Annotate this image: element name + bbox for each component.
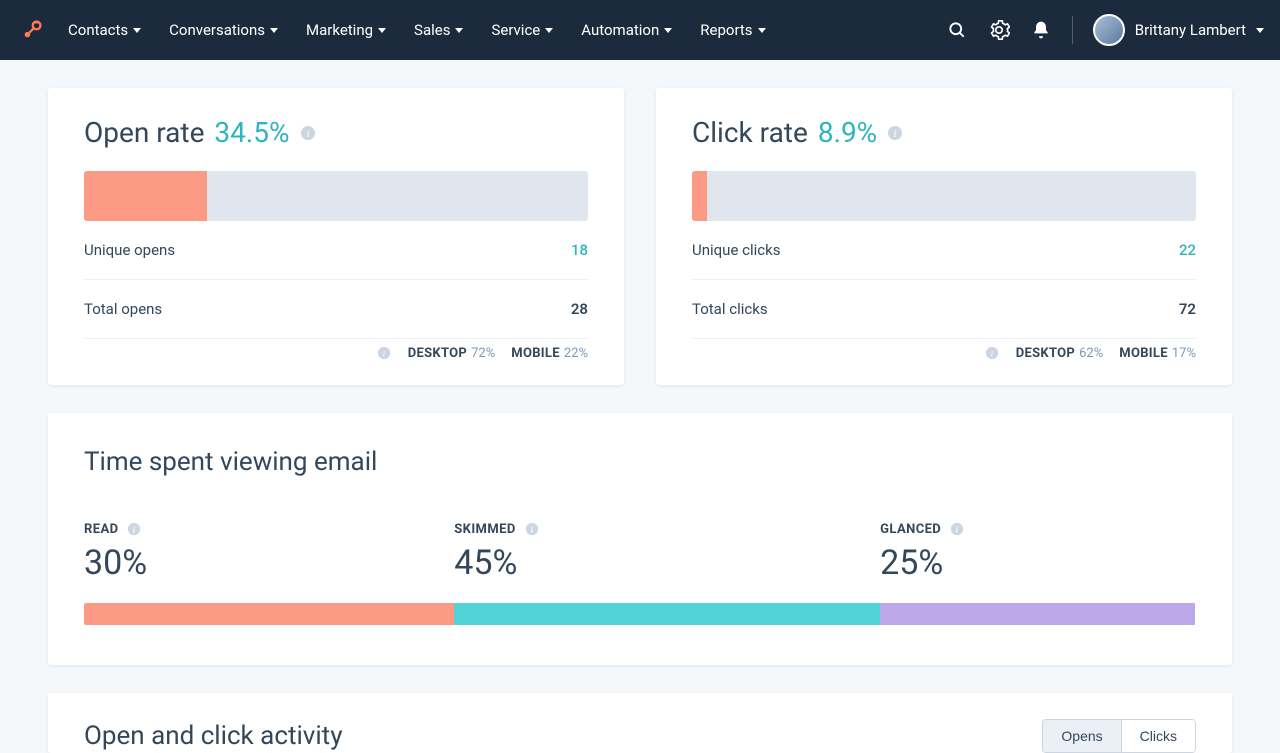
svg-text:i: i [133, 525, 136, 535]
click-rate-bar-fill [692, 171, 707, 221]
user-menu[interactable]: Brittany Lambert [1093, 14, 1264, 46]
total-clicks-label: Total clicks [692, 300, 768, 318]
nav-separator [1072, 16, 1073, 44]
total-clicks-row: Total clicks 72 [692, 280, 1196, 339]
click-rate-card: Click rate 8.9% i Unique clicks 22 Total… [656, 88, 1232, 385]
nav-item-sales[interactable]: Sales [414, 21, 463, 39]
skimmed-segment [454, 603, 880, 625]
click-rate-percent: 8.9% [818, 116, 877, 149]
top-nav: Contacts Conversations Marketing Sales S… [0, 0, 1280, 60]
time-stacked-bar [84, 603, 1196, 625]
open-rate-card: Open rate 34.5% i Unique opens 18 Total … [48, 88, 624, 385]
avatar [1093, 14, 1125, 46]
unique-opens-value: 18 [571, 241, 588, 259]
bell-icon[interactable] [1030, 19, 1052, 41]
info-icon[interactable]: i [524, 521, 540, 537]
read-column: READ i 30% [84, 521, 454, 583]
glanced-segment [880, 603, 1195, 625]
nav-right: Brittany Lambert [946, 14, 1264, 46]
open-rate-bar [84, 171, 588, 221]
opens-toggle-button[interactable]: Opens [1043, 720, 1120, 752]
total-opens-label: Total opens [84, 300, 162, 318]
svg-text:i: i [306, 128, 309, 140]
time-spent-card: Time spent viewing email READ i 30% SKIM… [48, 413, 1232, 665]
click-rate-title: Click rate 8.9% i [692, 116, 1196, 149]
open-rate-title: Open rate 34.5% i [84, 116, 588, 149]
info-icon[interactable]: i [887, 125, 903, 141]
click-device-breakdown: i DESKTOP62% MOBILE17% [692, 339, 1196, 367]
info-icon[interactable]: i [376, 345, 392, 361]
chevron-down-icon [664, 28, 672, 33]
search-icon[interactable] [946, 19, 968, 41]
unique-opens-row: Unique opens 18 [84, 221, 588, 280]
unique-clicks-value: 22 [1179, 241, 1196, 259]
activity-title: Open and click activity [84, 721, 343, 751]
gear-icon[interactable] [988, 19, 1010, 41]
chevron-down-icon [133, 28, 141, 33]
open-device-breakdown: i DESKTOP72% MOBILE22% [84, 339, 588, 367]
hubspot-logo-icon[interactable] [20, 18, 44, 42]
chevron-down-icon [378, 28, 386, 33]
glanced-percent: 25% [880, 543, 1195, 583]
svg-text:i: i [530, 525, 533, 535]
unique-opens-label: Unique opens [84, 241, 175, 259]
glanced-column: GLANCED i 25% [880, 521, 1195, 583]
chevron-down-icon [1256, 28, 1264, 33]
open-rate-percent: 34.5% [214, 116, 289, 149]
nav-menu: Contacts Conversations Marketing Sales S… [68, 21, 766, 39]
svg-text:i: i [894, 128, 897, 140]
total-clicks-value: 72 [1179, 300, 1196, 318]
activity-card: Open and click activity Opens Clicks [48, 693, 1232, 753]
click-rate-bar [692, 171, 1196, 221]
info-icon[interactable]: i [984, 345, 1000, 361]
unique-clicks-row: Unique clicks 22 [692, 221, 1196, 280]
nav-item-contacts[interactable]: Contacts [68, 21, 141, 39]
nav-item-conversations[interactable]: Conversations [169, 21, 278, 39]
chevron-down-icon [758, 28, 766, 33]
skimmed-column: SKIMMED i 45% [454, 521, 880, 583]
clicks-toggle-button[interactable]: Clicks [1121, 720, 1195, 752]
open-rate-bar-fill [84, 171, 207, 221]
info-icon[interactable]: i [300, 125, 316, 141]
chevron-down-icon [270, 28, 278, 33]
total-opens-row: Total opens 28 [84, 280, 588, 339]
nav-item-service[interactable]: Service [491, 21, 553, 39]
skimmed-percent: 45% [454, 543, 880, 583]
info-icon[interactable]: i [949, 521, 965, 537]
user-name-label: Brittany Lambert [1135, 21, 1246, 39]
content-area: Open rate 34.5% i Unique opens 18 Total … [0, 60, 1280, 753]
read-segment [84, 603, 454, 625]
time-spent-title: Time spent viewing email [84, 447, 1196, 477]
info-icon[interactable]: i [126, 521, 142, 537]
unique-clicks-label: Unique clicks [692, 241, 780, 259]
chevron-down-icon [545, 28, 553, 33]
svg-text:i: i [956, 525, 959, 535]
total-opens-value: 28 [571, 300, 588, 318]
nav-item-reports[interactable]: Reports [700, 21, 765, 39]
nav-item-marketing[interactable]: Marketing [306, 21, 386, 39]
read-percent: 30% [84, 543, 454, 583]
opens-clicks-toggle: Opens Clicks [1042, 719, 1196, 753]
nav-item-automation[interactable]: Automation [581, 21, 672, 39]
chevron-down-icon [455, 28, 463, 33]
